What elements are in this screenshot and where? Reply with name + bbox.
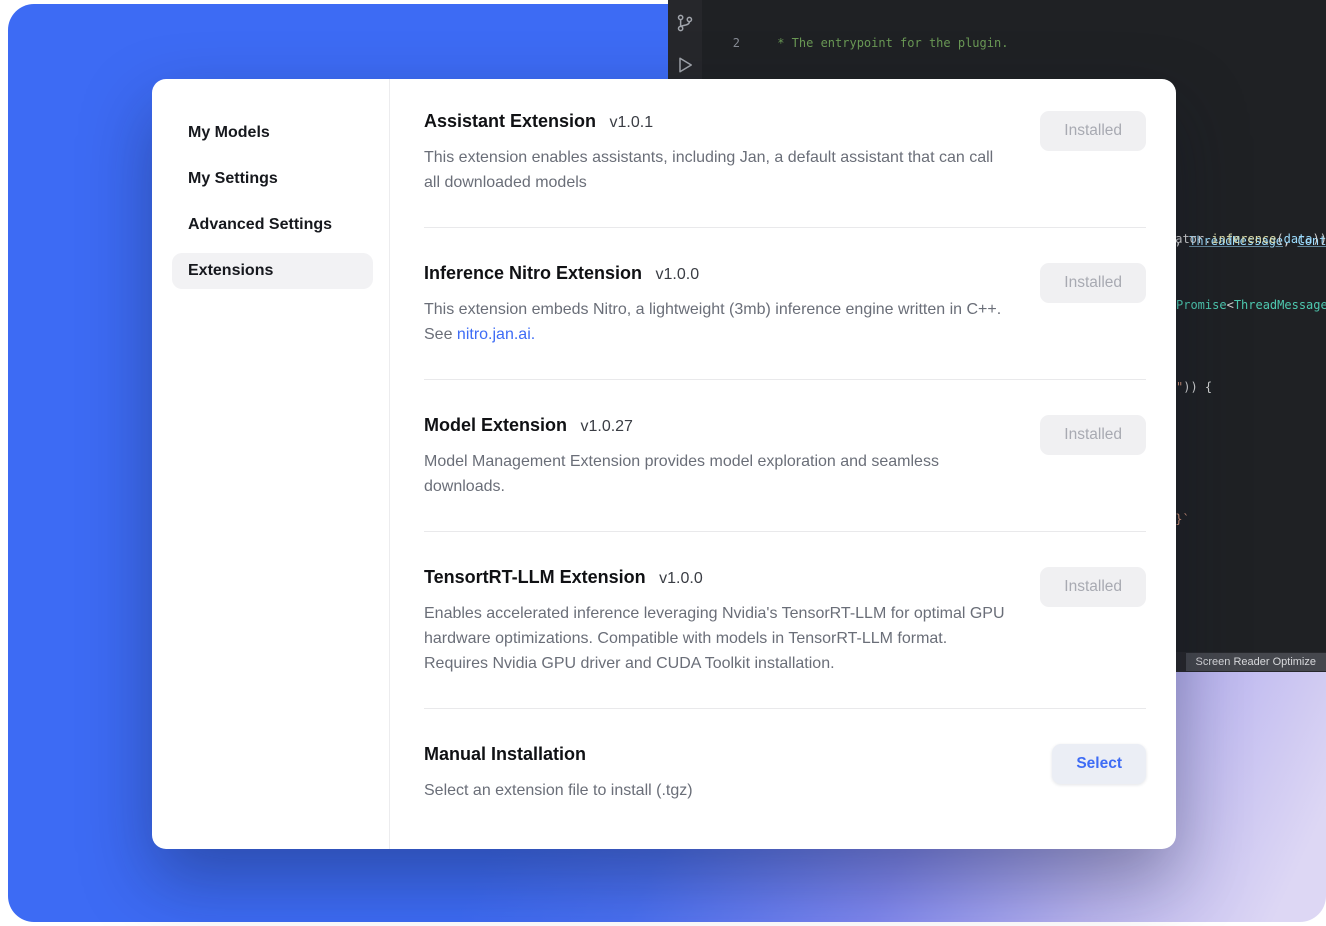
extension-version: v1.0.1 [610, 114, 654, 131]
extension-item-tensorrt-llm: TensortRT-LLM Extension v1.0.0 Enables a… [424, 532, 1146, 709]
installed-button[interactable]: Installed [1040, 567, 1146, 607]
code-fragment: Promise<ThreadMessage> [1176, 297, 1326, 313]
installed-button[interactable]: Installed [1040, 415, 1146, 455]
select-file-button[interactable]: Select [1052, 744, 1146, 784]
extension-title-row: Inference Nitro Extension v1.0.0 [424, 263, 1006, 284]
manual-installation-title: Manual Installation [424, 744, 586, 764]
code-fragment: ")) { [1176, 379, 1212, 395]
code-line: 2 * The entrypoint for the plugin. [702, 35, 1326, 52]
extension-version: v1.0.0 [656, 266, 700, 283]
sidebar-item-advanced-settings[interactable]: Advanced Settings [172, 207, 373, 243]
installed-button[interactable]: Installed [1040, 111, 1146, 151]
extension-description: Enables accelerated inference leveraging… [424, 601, 1006, 676]
extension-name: TensortRT-LLM Extension [424, 567, 646, 587]
run-debug-icon[interactable] [674, 54, 696, 76]
extension-name: Inference Nitro Extension [424, 263, 642, 283]
screen-reader-status[interactable]: Screen Reader Optimize [1186, 653, 1326, 671]
extension-version: v1.0.27 [580, 418, 632, 435]
manual-installation-description: Select an extension file to install (.tg… [424, 778, 693, 803]
extension-title-row: Assistant Extension v1.0.1 [424, 111, 1006, 132]
extension-title-row: TensortRT-LLM Extension v1.0.0 [424, 567, 1006, 588]
manual-installation-section: Manual Installation Select an extension … [424, 709, 1146, 803]
extension-title-row: Model Extension v1.0.27 [424, 415, 1006, 436]
extension-description: Model Management Extension provides mode… [424, 449, 1006, 499]
extension-name: Model Extension [424, 415, 567, 435]
extension-name: Assistant Extension [424, 111, 596, 131]
source-control-icon[interactable] [674, 12, 696, 34]
sidebar-item-extensions[interactable]: Extensions [172, 253, 373, 289]
line-number: 2 [702, 35, 752, 52]
extension-title-row: Manual Installation [424, 744, 693, 765]
settings-sidebar: My Models My Settings Advanced Settings … [152, 79, 390, 849]
extension-item-model: Model Extension v1.0.27 Model Management… [424, 380, 1146, 532]
sidebar-item-my-settings[interactable]: My Settings [172, 161, 373, 197]
code-fragment: rator.inference(data)); [1168, 231, 1326, 247]
extension-version: v1.0.0 [659, 570, 703, 587]
desktop: 2 * The entrypoint for the plugin. 3 */ … [0, 0, 1326, 926]
sidebar-item-my-models[interactable]: My Models [172, 115, 373, 151]
nitro-jan-ai-link[interactable]: nitro.jan.ai. [457, 326, 535, 343]
extension-description: This extension embeds Nitro, a lightweig… [424, 297, 1006, 347]
extension-item-inference-nitro: Inference Nitro Extension v1.0.0 This ex… [424, 228, 1146, 380]
extension-item-assistant: Assistant Extension v1.0.1 This extensio… [424, 109, 1146, 228]
extensions-panel: Assistant Extension v1.0.1 This extensio… [390, 79, 1176, 849]
extension-description: This extension enables assistants, inclu… [424, 145, 1006, 195]
settings-modal: My Models My Settings Advanced Settings … [152, 79, 1176, 849]
installed-button[interactable]: Installed [1040, 263, 1146, 303]
